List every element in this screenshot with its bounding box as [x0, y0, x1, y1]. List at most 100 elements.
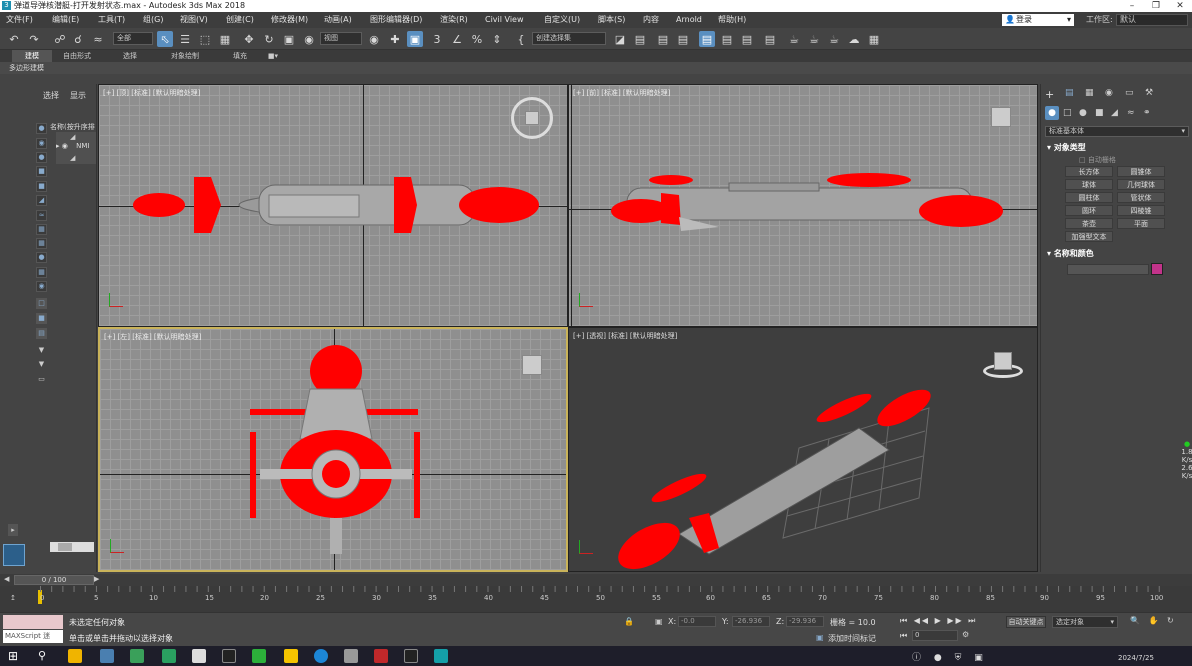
box-button[interactable]: 长方体	[1065, 166, 1113, 177]
object-category-dropdown[interactable]: 标准基本体 ▾	[1045, 126, 1189, 137]
windows-start-icon[interactable]: ⊞	[8, 649, 18, 663]
window-crossing-icon[interactable]: ▦	[217, 31, 233, 47]
expand-panel-icon[interactable]: ▸	[8, 524, 18, 536]
x-coord-field[interactable]: -0.0	[678, 616, 716, 627]
play-icon[interactable]: ▶	[935, 616, 943, 625]
place-icon[interactable]: ◉	[301, 31, 317, 47]
select-object-icon[interactable]: ⬁	[157, 31, 173, 47]
explorer-scrollbar[interactable]	[50, 542, 94, 552]
app-icon-4[interactable]	[192, 649, 206, 663]
render-production-icon[interactable]: ☕	[806, 31, 822, 47]
mirror-icon[interactable]: ◪	[612, 31, 628, 47]
select-manipulate-icon[interactable]: ✚	[387, 31, 403, 47]
curve-editor-icon[interactable]: ▤	[699, 31, 715, 47]
viewcube-face[interactable]	[994, 352, 1012, 370]
menu-group[interactable]: 组(G)	[143, 12, 163, 28]
snap-toggle-icon[interactable]: 3	[429, 31, 445, 47]
object-color-swatch[interactable]	[1151, 263, 1163, 275]
teapot-button[interactable]: 茶壶	[1065, 218, 1113, 229]
display-none-toggle-icon[interactable]: □	[36, 298, 47, 309]
toggle-layer-explorer-icon[interactable]: ▤	[655, 31, 671, 47]
textplus-button[interactable]: 加强型文本	[1065, 231, 1113, 242]
time-slider[interactable]: ◀ 0 / 100 ▶	[0, 574, 1192, 586]
ribbon-tab-populate[interactable]: 填充	[222, 50, 258, 62]
display-xrefs-icon[interactable]: ▦	[36, 238, 47, 249]
3dsmax-taskbar-icon[interactable]	[434, 649, 448, 663]
ribbon-tab-object-paint[interactable]: 对象绘制	[162, 50, 208, 62]
app-icon-1[interactable]	[100, 649, 114, 663]
modify-tab-icon[interactable]: ▤	[1065, 88, 1074, 98]
y-coord-field[interactable]: -26.936	[732, 616, 770, 627]
select-by-name-icon[interactable]: ☰	[177, 31, 193, 47]
unlink-icon[interactable]: ☌	[70, 31, 86, 47]
menu-modifiers[interactable]: 修改器(M)	[271, 12, 308, 28]
search-icon[interactable]: ⚲	[38, 649, 46, 662]
viewcube-front[interactable]	[991, 107, 1011, 127]
display-lights-icon[interactable]: ■	[36, 166, 47, 177]
sync-selection-icon[interactable]: ▤	[36, 328, 47, 339]
menu-graph-editors[interactable]: 图形编辑器(D)	[370, 12, 422, 28]
a360-gallery-icon[interactable]: ▦	[866, 31, 882, 47]
pyramid-button[interactable]: 四棱锥	[1117, 205, 1165, 216]
ribbon-tab-selection[interactable]: 选择	[110, 50, 150, 62]
time-tag-icon[interactable]: ▣	[816, 633, 824, 642]
named-selection-dropdown[interactable]: 创建选择集	[532, 32, 606, 45]
menu-animation[interactable]: 动画(A)	[324, 12, 352, 28]
undo-button[interactable]: ↶	[6, 31, 22, 47]
render-frame-icon[interactable]: ☕	[786, 31, 802, 47]
absolute-mode-icon[interactable]: ▣	[655, 617, 663, 626]
autogrid-checkbox[interactable]: □ 自动栅格	[1079, 155, 1116, 165]
minimize-button[interactable]: –	[1120, 0, 1144, 12]
sphere-button[interactable]: 球体	[1065, 179, 1113, 190]
cylinder-button[interactable]: 圆柱体	[1065, 192, 1113, 203]
render-cloud-icon[interactable]: ☁	[846, 31, 862, 47]
viewport-top[interactable]: [+] [顶] [标准] [默认明暗处理]	[98, 84, 568, 327]
viewcube-top[interactable]	[511, 97, 553, 139]
render-iterative-icon[interactable]: ☕	[826, 31, 842, 47]
spinner-snap-icon[interactable]: ⇕	[489, 31, 505, 47]
go-to-start-icon[interactable]: ⏮	[900, 616, 909, 625]
menu-rendering[interactable]: 渲染(R)	[440, 12, 468, 28]
next-key-icon[interactable]: ▶▶	[947, 616, 963, 625]
app-icon-3[interactable]	[162, 649, 176, 663]
menu-arnold[interactable]: Arnold	[676, 12, 702, 28]
menu-civil-view[interactable]: Civil View	[485, 12, 524, 28]
torus-button[interactable]: 圆环	[1065, 205, 1113, 216]
ribbon-tab-modeling[interactable]: 建模	[12, 50, 52, 62]
explorer-tab-select[interactable]: 选择	[43, 90, 59, 101]
viewport-left[interactable]: [+] [左] [标准] [默认明暗处理]	[98, 327, 568, 572]
z-coord-field[interactable]: -29.936	[786, 616, 824, 627]
auto-key-button[interactable]: 自动关键点	[1006, 616, 1046, 628]
redo-button[interactable]: ↷	[26, 31, 42, 47]
help-icon[interactable]: ⓘ	[912, 653, 926, 663]
track-bar[interactable]: ↥ 0 5 10 15 20 25 30 35 40 45 50 55 60 6…	[0, 586, 1192, 612]
lights-icon[interactable]: ●	[1079, 108, 1087, 118]
shapes-icon[interactable]: □	[1063, 108, 1072, 118]
plane-button[interactable]: 平面	[1117, 218, 1165, 229]
maxscript-listener-pink[interactable]	[3, 615, 63, 629]
toggle-ribbon-icon[interactable]: ▤	[675, 31, 691, 47]
time-slider-thumb[interactable]: 0 / 100	[14, 575, 94, 585]
curve-toggle-icon[interactable]: ↥	[10, 594, 16, 602]
display-invert-icon[interactable]: ■	[36, 313, 47, 324]
display-cameras-icon[interactable]: ■	[36, 181, 47, 192]
network-icon[interactable]: ▣	[974, 653, 988, 663]
rotate-icon[interactable]: ↻	[261, 31, 277, 47]
find-icon[interactable]: ▼	[36, 360, 47, 371]
ribbon-tab-freeform[interactable]: 自由形式	[54, 50, 100, 62]
cameras-icon[interactable]: ■	[1095, 108, 1104, 118]
orbit-icon[interactable]: ↻	[1167, 616, 1177, 625]
systems-icon[interactable]: ⚭	[1143, 108, 1151, 118]
angle-snap-icon[interactable]: ∠	[449, 31, 465, 47]
motion-tab-icon[interactable]: ◉	[1105, 88, 1113, 98]
display-groups-icon[interactable]: ▦	[36, 224, 47, 235]
viewcube-perspective[interactable]	[981, 350, 1025, 384]
system-tray[interactable]: ⓘ ● ⛨ ▣	[912, 650, 1112, 663]
viewport-front[interactable]: [+] [前] [标准] [默认明暗处理]	[568, 84, 1038, 327]
wechat-icon[interactable]	[252, 649, 266, 663]
qq-icon[interactable]	[222, 649, 236, 663]
name-color-rollout[interactable]: ▾ 名称和颜色	[1047, 248, 1094, 259]
display-geometry-icon[interactable]: ◉	[36, 138, 47, 149]
bind-space-warp-icon[interactable]: ≈	[90, 31, 106, 47]
object-type-rollout[interactable]: ▾ 对象类型	[1047, 142, 1086, 153]
